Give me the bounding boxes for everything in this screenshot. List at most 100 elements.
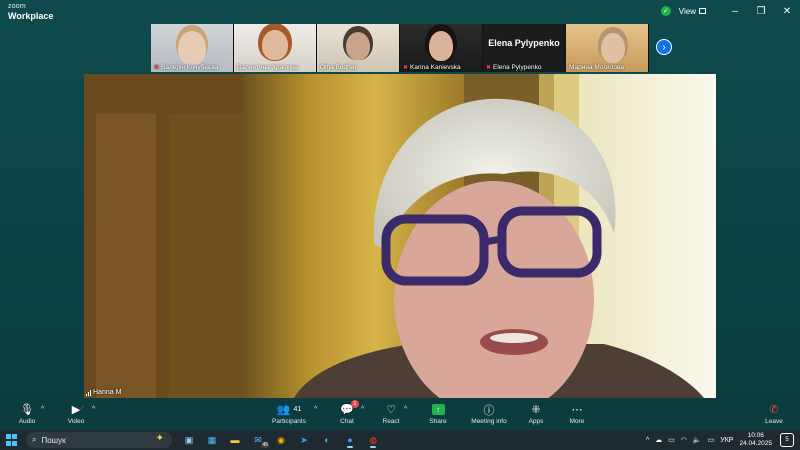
thumb-name: ✖ Валерія Кочубеєва (151, 64, 233, 71)
participant-thumbnails: ✖ Валерія Кочубеєва Валентина Храпкіна Ol… (151, 24, 649, 72)
speaker-video-frame (84, 74, 716, 398)
speaker-name-tag: Hanna M (86, 389, 121, 396)
more-icon: ⋯ (571, 404, 583, 416)
participant-thumb[interactable]: Olha Bodnar (317, 24, 400, 72)
thumb-name-text: Валентина Храпкіна (237, 64, 299, 71)
mail-badge: 45 (261, 442, 269, 448)
clock-date: 24.04.2025 (739, 440, 772, 447)
grid-view-icon (699, 8, 706, 14)
sparkle-icon: ✦ (155, 433, 164, 444)
tray-overflow-icon[interactable]: ^ (646, 437, 649, 444)
cloud-icon[interactable]: ☁ (655, 436, 662, 444)
chrome-canary-icon[interactable]: ◉ (272, 432, 290, 448)
zoom-taskbar-icon[interactable]: ● (341, 432, 359, 448)
notification-center[interactable]: 5 (780, 433, 794, 447)
thumb-name-text: Elena Pylypenko (493, 64, 542, 71)
clock-time: 10:06 (747, 432, 764, 439)
video-label: Video (67, 418, 85, 425)
language-indicator[interactable]: УКР (720, 437, 733, 444)
file-explorer-icon[interactable]: ▬ (226, 432, 244, 448)
video-options-caret[interactable]: ^ (92, 406, 95, 413)
microphone-muted-icon: 🎙 ⟋ (20, 404, 34, 416)
participant-face (262, 30, 288, 60)
chat-badge: 1 (350, 400, 359, 408)
windows-taskbar: ⌕ Пошук ✦ ▣ ▦ ▬ ✉ 45 ◉ ➤ ◐ ● ◍ ^ ☁ ▭ ◠ 🔈 … (0, 430, 800, 450)
participant-big-name: Elena Pylypenko (488, 38, 560, 48)
minimize-button[interactable]: – (722, 0, 748, 22)
task-view-icon[interactable]: ▣ (180, 432, 198, 448)
more-button[interactable]: ⋯ More (552, 402, 602, 425)
participants-button[interactable]: 👥 41 Participants (264, 402, 314, 425)
camera-icon: ▶ ⟋ (71, 404, 85, 416)
participant-face (346, 32, 370, 60)
security-shield-icon[interactable]: ✓ (660, 6, 671, 16)
clock[interactable]: 10:06 24.04.2025 (739, 432, 772, 448)
edge-icon[interactable]: ◐ (318, 432, 336, 448)
network-icon[interactable]: ▭ (668, 436, 675, 444)
participant-thumb[interactable]: Elena Pylypenko ✖ Elena Pylypenko (483, 24, 566, 72)
chat-icon: 💬 1 (340, 400, 359, 417)
battery-icon[interactable]: ▭ (708, 436, 715, 444)
mic-muted-icon: ✖ (154, 65, 160, 71)
main-video (84, 74, 716, 398)
apps-label: Apps (528, 418, 544, 425)
logo-bottom-text: Workplace (8, 11, 54, 21)
next-page-button[interactable]: › (656, 39, 672, 55)
view-label: View (678, 6, 696, 16)
chat-label: Chat (340, 418, 354, 425)
taskbar-apps: ▣ ▦ ▬ ✉ 45 ◉ ➤ ◐ ● ◍ (180, 432, 382, 448)
volume-icon[interactable]: 🔈 (693, 436, 702, 444)
taskbar-search[interactable]: ⌕ Пошук ✦ (26, 432, 172, 448)
audio-label: Audio (18, 418, 36, 425)
thumb-name: ✖ Elena Pylypenko (483, 64, 565, 71)
search-icon: ⌕ (32, 435, 37, 444)
meeting-info-button[interactable]: ⓘ Meeting info (464, 402, 514, 426)
leave-label: Leave (765, 418, 783, 425)
share-button[interactable]: ↑ Share (413, 402, 463, 425)
logo-top-text: zoom (8, 3, 26, 10)
share-screen-icon: ↑ (431, 404, 445, 415)
react-caret[interactable]: ^ (404, 406, 407, 413)
chat-button[interactable]: 💬 1 Chat (322, 400, 372, 425)
react-label: React (382, 418, 400, 425)
chat-caret[interactable]: ^ (361, 406, 364, 413)
thumb-name: Olha Bodnar (317, 64, 399, 71)
participants-label: Participants (272, 418, 306, 425)
telegram-icon[interactable]: ➤ (295, 432, 313, 448)
windows-start-icon[interactable] (6, 434, 18, 446)
speaker-name: Hanna M (93, 389, 122, 396)
participants-count: 41 (293, 406, 302, 413)
audio-button[interactable]: 🎙 ⟋ Audio (2, 402, 52, 425)
mail-icon[interactable]: ✉ 45 (249, 432, 269, 448)
thumb-name-text: Olha Bodnar (320, 64, 357, 71)
chrome-icon[interactable]: ◍ (364, 432, 382, 448)
info-icon: ⓘ (483, 404, 495, 417)
thumb-name-text: Karina Kanievska (410, 64, 461, 71)
participant-face (429, 31, 453, 61)
widgets-icon[interactable]: ▦ (203, 432, 221, 448)
participant-face (601, 33, 625, 63)
participants-caret[interactable]: ^ (314, 406, 317, 413)
audio-options-caret[interactable]: ^ (41, 406, 44, 413)
leave-icon: ✆ (769, 404, 779, 416)
close-button[interactable]: ✕ (774, 0, 800, 22)
participant-thumb[interactable]: ✖ Karina Kanievska (400, 24, 483, 72)
zoom-logo: zoom Workplace (8, 3, 54, 21)
thumb-name: Марина Могилова (566, 64, 648, 71)
wifi-icon[interactable]: ◠ (681, 436, 687, 444)
participant-thumb[interactable]: Валентина Храпкіна (234, 24, 317, 72)
participant-face (178, 31, 206, 65)
participant-thumb[interactable]: Марина Могилова (566, 24, 649, 72)
zoom-window: zoom Workplace ✓ View – ❐ ✕ ✖ Валерія Коч… (0, 0, 800, 430)
participant-thumb[interactable]: ✖ Валерія Кочубеєва (151, 24, 234, 72)
thumb-name: Валентина Храпкіна (234, 64, 316, 71)
mic-muted-icon: ✖ (403, 65, 409, 71)
thumb-name: ✖ Karina Kanievska (400, 64, 482, 71)
more-label: More (569, 418, 585, 425)
react-button[interactable]: ♡ React (366, 402, 416, 425)
leave-button[interactable]: ✆ Leave (749, 402, 799, 425)
signal-bars-icon (86, 389, 91, 396)
view-button[interactable]: View (679, 7, 706, 16)
restore-button[interactable]: ❐ (748, 0, 774, 22)
title-bar-controls: ✓ View – ❐ ✕ (660, 0, 800, 22)
